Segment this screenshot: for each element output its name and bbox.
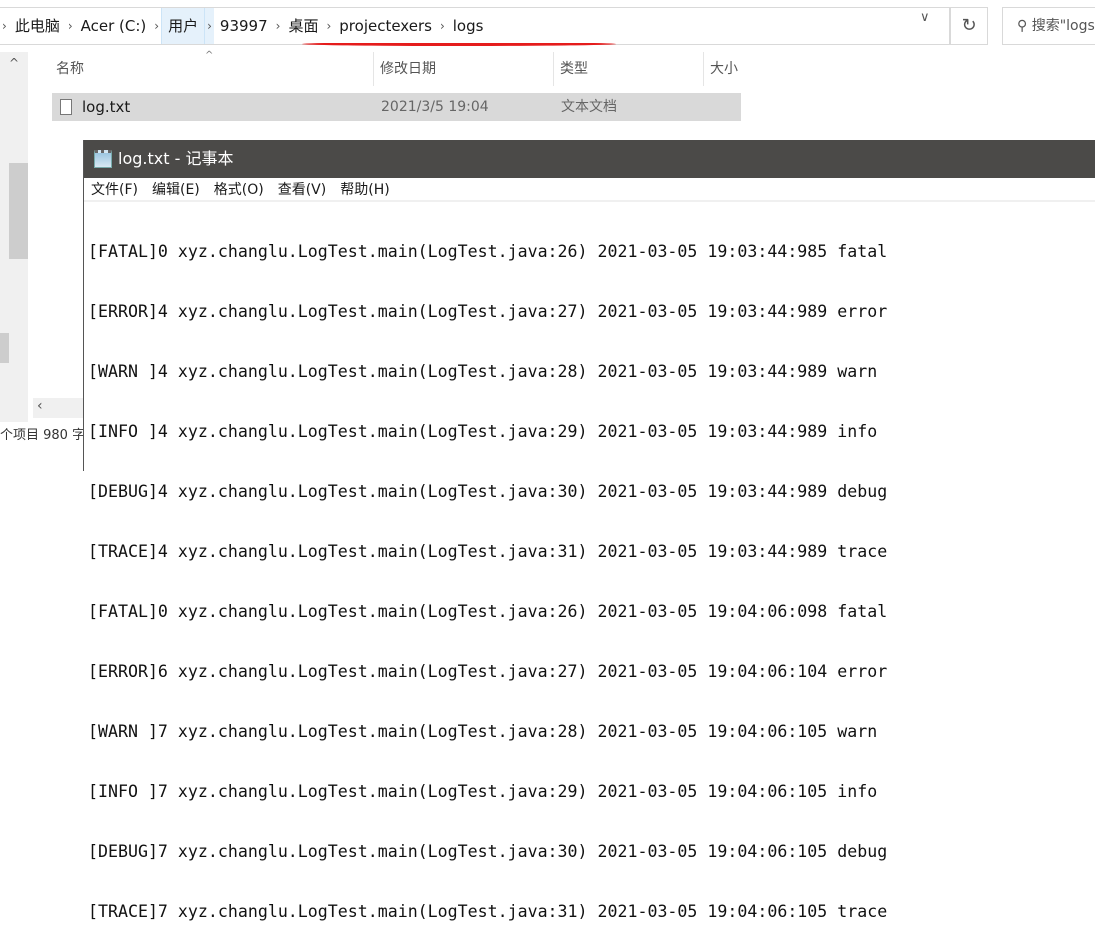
scroll-up-icon[interactable]: ^ — [9, 56, 19, 70]
address-bar[interactable]: › 此电脑 › Acer (C:) › 用户 › 93997 › 桌面 › pr… — [0, 7, 950, 45]
notepad-titlebar[interactable]: log.txt - 记事本 — [84, 140, 1095, 178]
text-file-icon — [60, 99, 72, 115]
notepad-icon — [94, 150, 112, 168]
chevron-right-icon: › — [2, 19, 7, 33]
search-icon: ⚲ — [1017, 18, 1032, 34]
breadcrumb-users[interactable]: 用户 — [161, 8, 206, 44]
breadcrumb-desktop[interactable]: 桌面 — [282, 8, 324, 44]
red-underline-annotation — [302, 42, 616, 46]
menu-edit[interactable]: 编辑(E) — [152, 178, 200, 200]
refresh-button[interactable]: ↻ — [950, 7, 988, 45]
column-size[interactable]: 大小 — [706, 52, 746, 86]
menu-help[interactable]: 帮助(H) — [340, 178, 389, 200]
log-line: [DEBUG]4 xyz.changlu.LogTest.main(LogTes… — [88, 482, 888, 501]
text-editor[interactable]: [FATAL]0 xyz.changlu.LogTest.main(LogTes… — [84, 202, 1095, 942]
chevron-right-icon[interactable]: › — [152, 8, 161, 44]
menu-view[interactable]: 查看(V) — [278, 178, 327, 200]
log-line: [WARN ]7 xyz.changlu.LogTest.main(LogTes… — [88, 722, 878, 741]
log-line: [ERROR]6 xyz.changlu.LogTest.main(LogTes… — [88, 662, 888, 681]
log-line: [DEBUG]7 xyz.changlu.LogTest.main(LogTes… — [88, 842, 888, 861]
file-modified: 2021/3/5 19:04 — [381, 99, 489, 115]
search-placeholder: 搜索"logs" — [1031, 18, 1095, 34]
chevron-down-icon[interactable]: ∨ — [920, 10, 930, 25]
scrollbar-thumb[interactable] — [9, 163, 28, 259]
search-input[interactable]: ⚲ 搜索"logs" — [1002, 7, 1095, 45]
log-line: [TRACE]4 xyz.changlu.LogTest.main(LogTes… — [88, 542, 888, 561]
chevron-right-icon[interactable]: › — [205, 8, 214, 44]
column-modified[interactable]: 修改日期 — [376, 52, 554, 86]
chevron-right-icon[interactable]: › — [274, 8, 283, 44]
log-line: [FATAL]0 xyz.changlu.LogTest.main(LogTes… — [88, 602, 888, 621]
file-type: 文本文档 — [561, 99, 617, 115]
log-line: [INFO ]7 xyz.changlu.LogTest.main(LogTes… — [88, 782, 878, 801]
breadcrumb-projectexers[interactable]: projectexers — [333, 8, 438, 44]
chevron-right-icon[interactable]: › — [324, 8, 333, 44]
scrollbar-thumb[interactable] — [0, 333, 9, 363]
log-line: [TRACE]7 xyz.changlu.LogTest.main(LogTes… — [88, 902, 888, 921]
window-title: log.txt - 记事本 — [118, 149, 234, 168]
menu-format[interactable]: 格式(O) — [214, 178, 264, 200]
column-type[interactable]: 类型 — [556, 52, 704, 86]
menu-file[interactable]: 文件(F) — [91, 178, 138, 200]
log-line: [ERROR]4 xyz.changlu.LogTest.main(LogTes… — [88, 302, 888, 321]
notepad-window: log.txt - 记事本 文件(F) 编辑(E) 格式(O) 查看(V) 帮助… — [83, 140, 1095, 921]
breadcrumb-user[interactable]: 93997 — [214, 8, 274, 44]
breadcrumb-logs[interactable]: logs — [447, 8, 490, 44]
log-line: [INFO ]4 xyz.changlu.LogTest.main(LogTes… — [88, 422, 878, 441]
log-line: [WARN ]4 xyz.changlu.LogTest.main(LogTes… — [88, 362, 878, 381]
file-name: log.txt — [82, 98, 131, 116]
column-name[interactable]: 名称 — [52, 52, 374, 86]
scroll-left-icon[interactable]: ‹ — [33, 398, 43, 414]
log-line: [FATAL]0 xyz.changlu.LogTest.main(LogTes… — [88, 242, 888, 261]
breadcrumb-drive[interactable]: Acer (C:) — [75, 8, 153, 44]
file-row[interactable]: log.txt 2021/3/5 19:04 文本文档 — [52, 93, 741, 121]
chevron-right-icon[interactable]: › — [438, 8, 447, 44]
status-bar: 个项目 980 字 — [0, 428, 86, 443]
menu-bar: 文件(F) 编辑(E) 格式(O) 查看(V) 帮助(H) — [84, 178, 1095, 202]
chevron-right-icon[interactable]: › — [66, 8, 75, 44]
horizontal-scrollbar[interactable]: ‹ — [33, 398, 83, 418]
breadcrumb-this-pc[interactable]: 此电脑 — [9, 8, 66, 44]
